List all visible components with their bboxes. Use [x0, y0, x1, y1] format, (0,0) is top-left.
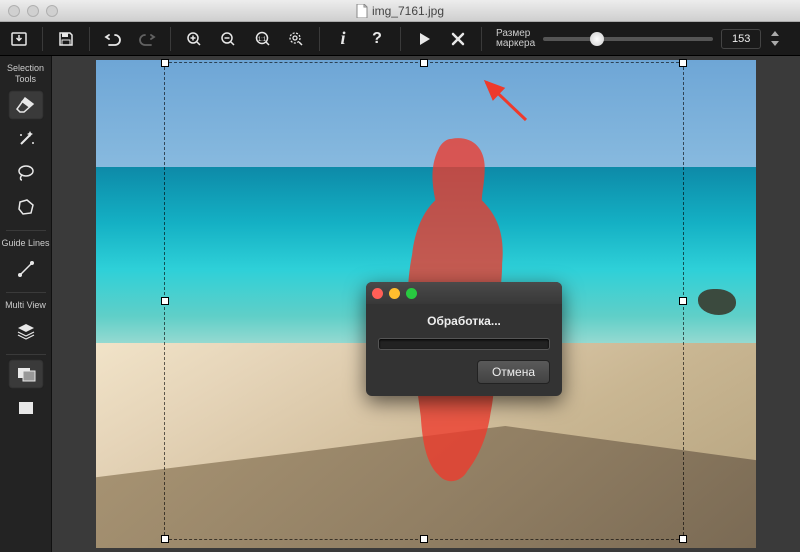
handle-tl[interactable]: [161, 59, 169, 67]
zoom-100-button[interactable]: 1:1: [249, 26, 275, 52]
zoom-fit-button[interactable]: [283, 26, 309, 52]
dialog-titlebar[interactable]: [366, 282, 562, 304]
save-button[interactable]: [53, 26, 79, 52]
dialog-cancel-button[interactable]: Отмена: [477, 360, 550, 384]
handle-br[interactable]: [679, 535, 687, 543]
guide-line-tool[interactable]: [8, 254, 44, 284]
handle-tr[interactable]: [679, 59, 687, 67]
compare-view-button[interactable]: [8, 359, 44, 389]
zoom-out-button[interactable]: [215, 26, 241, 52]
handle-tm[interactable]: [420, 59, 428, 67]
polygon-lasso-tool[interactable]: [8, 192, 44, 222]
slider-thumb[interactable]: [590, 32, 604, 46]
export-button[interactable]: [6, 26, 32, 52]
info-button[interactable]: i: [330, 26, 356, 52]
progress-bar: [378, 338, 550, 350]
multi-view-label: Multi View: [5, 297, 46, 316]
marker-size-slider[interactable]: [543, 37, 713, 41]
dialog-message: Обработка...: [378, 314, 550, 328]
single-view-button[interactable]: [8, 393, 44, 423]
marker-size-label: Размер маркера: [496, 29, 535, 49]
dialog-zoom-button[interactable]: [406, 288, 417, 299]
canvas-area[interactable]: Обработка... Отмена: [52, 56, 800, 552]
redo-button[interactable]: [134, 26, 160, 52]
layers-view-button[interactable]: [8, 316, 44, 346]
help-button[interactable]: ?: [364, 26, 390, 52]
zoom-in-button[interactable]: [181, 26, 207, 52]
marker-size-value[interactable]: 153: [721, 29, 761, 49]
eraser-tool[interactable]: [8, 90, 44, 120]
play-button[interactable]: [411, 26, 437, 52]
handle-mr[interactable]: [679, 297, 687, 305]
dialog-body: Обработка... Отмена: [366, 304, 562, 396]
magic-wand-tool[interactable]: [8, 124, 44, 154]
sidebar: Selection Tools Guide Lines Multi View: [0, 56, 52, 552]
main-toolbar: 1:1 i ? Размер маркера 153: [0, 22, 800, 56]
undo-button[interactable]: [100, 26, 126, 52]
marker-size-control: Размер маркера 153: [496, 29, 781, 49]
dialog-close-button[interactable]: [372, 288, 383, 299]
annotation-arrow-icon: [472, 74, 542, 129]
step-down-button[interactable]: [769, 39, 781, 49]
svg-text:1:1: 1:1: [258, 37, 267, 43]
processing-dialog: Обработка... Отмена: [366, 282, 562, 396]
titlebar: img_7161.jpg: [0, 0, 800, 22]
app-window: img_7161.jpg 1:1 i ? Размер маркера 153: [0, 0, 800, 552]
handle-ml[interactable]: [161, 297, 169, 305]
handle-bm[interactable]: [420, 535, 428, 543]
document-filename: img_7161.jpg: [372, 4, 444, 18]
app-body: Selection Tools Guide Lines Multi View: [0, 56, 800, 552]
handle-bl[interactable]: [161, 535, 169, 543]
selection-tools-label: Selection Tools: [0, 60, 51, 90]
window-title: img_7161.jpg: [0, 4, 800, 18]
cancel-button[interactable]: [445, 26, 471, 52]
lasso-tool[interactable]: [8, 158, 44, 188]
marker-size-stepper: [769, 29, 781, 49]
document-icon: [356, 4, 368, 18]
step-up-button[interactable]: [769, 29, 781, 39]
dialog-minimize-button[interactable]: [389, 288, 400, 299]
guide-lines-label: Guide Lines: [1, 235, 49, 254]
